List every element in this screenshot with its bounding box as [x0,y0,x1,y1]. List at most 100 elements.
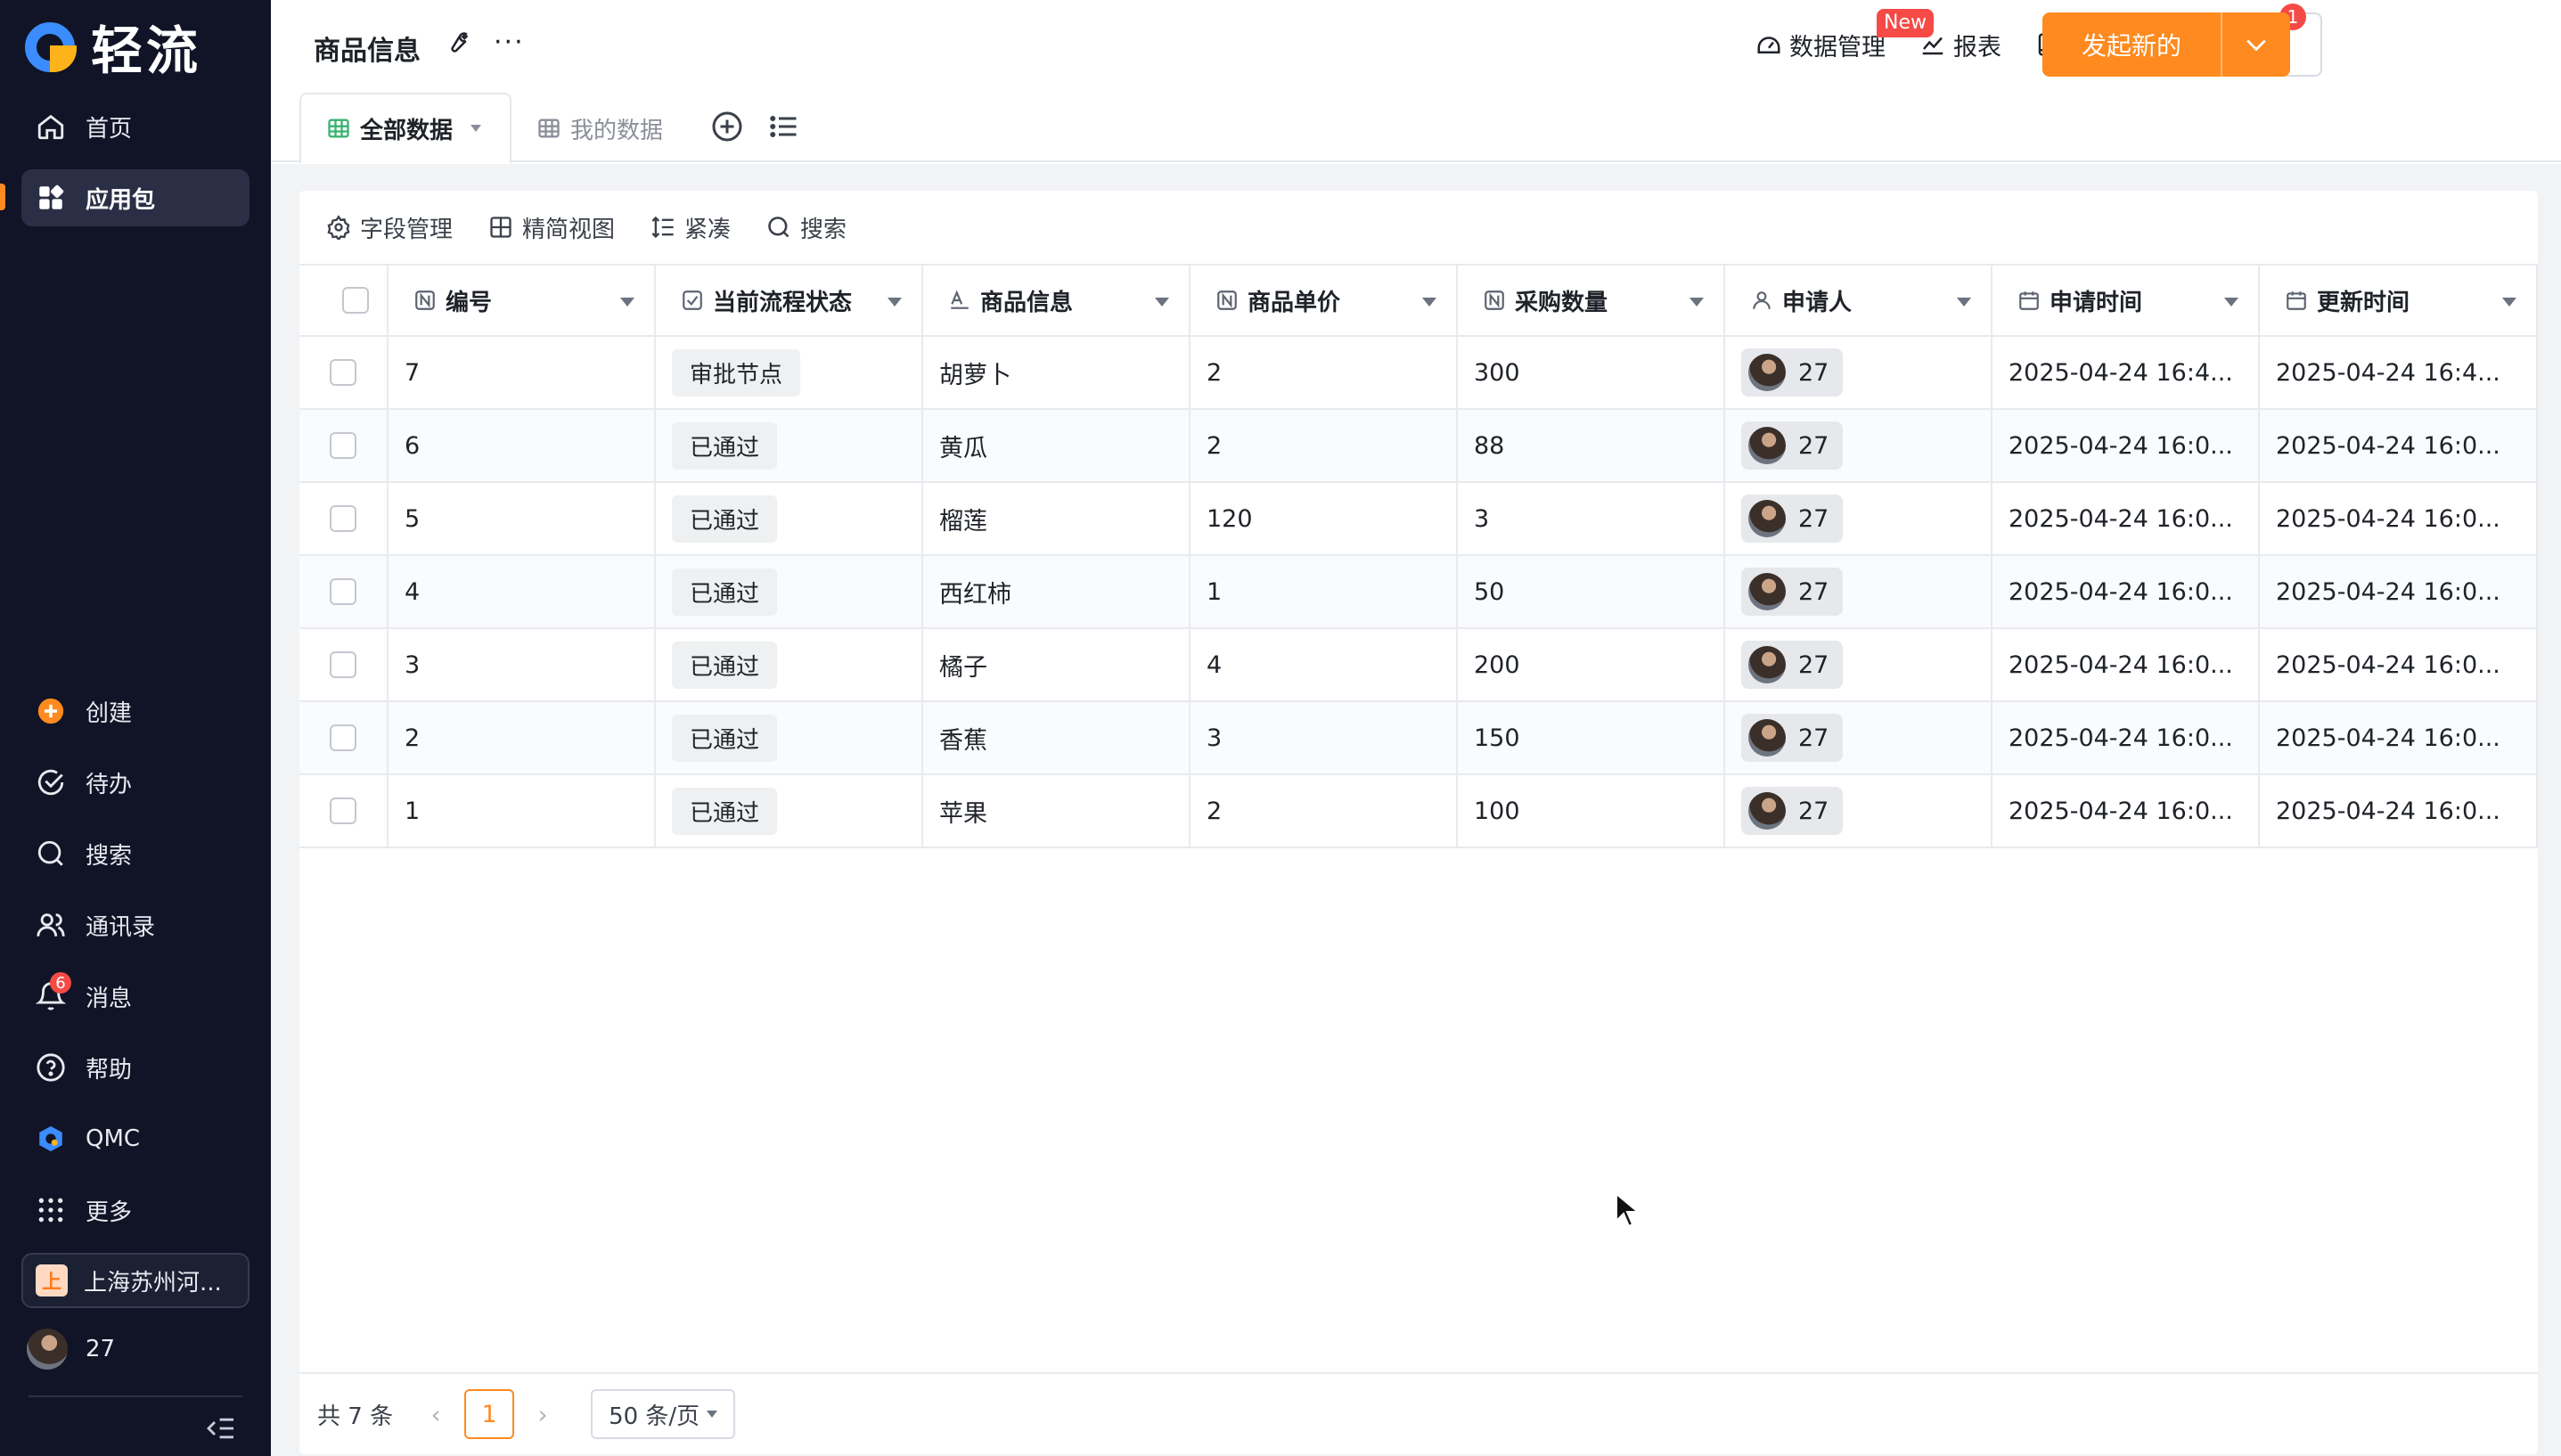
applicant-chip[interactable]: 27 [1741,787,1844,835]
sidebar-item-todo[interactable]: 待办 [21,754,250,811]
compact-button[interactable]: 紧凑 [650,211,731,244]
cell-applicant[interactable]: 27 [1725,483,1992,554]
cell-product[interactable]: 胡萝卜 [923,337,1190,408]
sidebar-item-search[interactable]: 搜索 [21,825,250,882]
column-header-applied-time[interactable]: 申请时间 [1992,266,2260,335]
cell-price[interactable]: 2 [1190,410,1458,481]
field-manage-button[interactable]: 字段管理 [326,211,453,244]
column-menu-icon[interactable] [888,298,902,307]
cell-price[interactable]: 1 [1190,556,1458,627]
sidebar-item-more[interactable]: 更多 [21,1182,250,1239]
cell-price[interactable]: 2 [1190,337,1458,408]
cell-price[interactable]: 120 [1190,483,1458,554]
more-options-icon[interactable]: ··· [494,27,525,58]
page-size-select[interactable]: 50 条/页 [591,1389,736,1439]
cell-price[interactable]: 4 [1190,629,1458,700]
applicant-chip[interactable]: 27 [1741,421,1844,470]
cell-id[interactable]: 3 [389,629,656,700]
table-search-button[interactable]: 搜索 [766,211,847,244]
data-manage-link[interactable]: 数据管理 [1755,27,1886,62]
simple-view-button[interactable]: 精简视图 [488,211,615,244]
column-header-id[interactable]: 编号 [389,266,656,335]
column-header-quantity[interactable]: 采购数量 [1458,266,1725,335]
cell-id[interactable]: 2 [389,702,656,773]
cell-updated[interactable]: 2025-04-24 16:0... [2260,629,2538,700]
column-menu-icon[interactable] [1957,298,1971,307]
cell-updated[interactable]: 2025-04-24 16:0... [2260,702,2538,773]
sidebar-item-create[interactable]: 创建 [21,683,250,740]
cell-qty[interactable]: 150 [1458,702,1725,773]
applicant-chip[interactable]: 27 [1741,641,1844,689]
caret-down-icon[interactable] [470,125,482,132]
column-header-price[interactable]: 商品单价 [1190,266,1458,335]
cell-status[interactable]: 已通过 [656,483,923,554]
cell-applied[interactable]: 2025-04-24 16:0... [1992,410,2260,481]
cell-product[interactable]: 西红柿 [923,556,1190,627]
row-checkbox[interactable] [330,578,356,605]
cell-id[interactable]: 4 [389,556,656,627]
cell-applied[interactable]: 2025-04-24 16:0... [1992,702,2260,773]
table-row[interactable]: 4 已通过 西红柿 1 50 27 2025-04-24 16:0... 2025-04-24… [299,556,2538,629]
cell-id[interactable]: 7 [389,337,656,408]
org-switcher[interactable]: 上 上海苏州河... [21,1253,250,1308]
sidebar-item-contacts[interactable]: 通讯录 [21,896,250,953]
collapse-sidebar-button[interactable] [203,1413,239,1444]
table-row[interactable]: 6 已通过 黄瓜 2 88 27 2025-04-24 16:0... 2025-04-24 … [299,410,2538,483]
cell-status[interactable]: 已通过 [656,775,923,847]
cell-id[interactable]: 6 [389,410,656,481]
column-menu-icon[interactable] [2502,298,2516,307]
row-checkbox[interactable] [330,505,356,532]
column-menu-icon[interactable] [620,298,634,307]
cell-applicant[interactable]: 27 [1725,410,1992,481]
cell-updated[interactable]: 2025-04-24 16:4... [2260,337,2538,408]
cell-applied[interactable]: 2025-04-24 16:0... [1992,556,2260,627]
report-link[interactable]: 报表 [1919,27,2001,62]
view-list-icon[interactable] [768,110,800,146]
tab-my-data[interactable]: 我的数据 [536,93,663,164]
prev-page-icon[interactable]: ‹ [418,1400,454,1429]
cell-applicant[interactable]: 27 [1725,702,1992,773]
cell-product[interactable]: 香蕉 [923,702,1190,773]
sidebar-item-qmc[interactable]: QMC [21,1110,250,1167]
cell-qty[interactable]: 200 [1458,629,1725,700]
cell-status[interactable]: 已通过 [656,410,923,481]
cell-status[interactable]: 审批节点 [656,337,923,408]
cell-price[interactable]: 3 [1190,702,1458,773]
cell-qty[interactable]: 88 [1458,410,1725,481]
cell-applicant[interactable]: 27 [1725,556,1992,627]
row-checkbox[interactable] [330,724,356,751]
table-row[interactable]: 2 已通过 香蕉 3 150 27 2025-04-24 16:0... 2025-04-24… [299,702,2538,775]
column-header-status[interactable]: 当前流程状态 [656,266,923,335]
cell-applicant[interactable]: 27 [1725,629,1992,700]
cell-updated[interactable]: 2025-04-24 16:0... [2260,483,2538,554]
user-profile[interactable]: 27 [27,1324,115,1374]
column-menu-icon[interactable] [1155,298,1169,307]
next-page-icon[interactable]: › [525,1400,560,1429]
launch-button[interactable]: 发起新的 [2042,12,2290,77]
cell-product[interactable]: 苹果 [923,775,1190,847]
cell-status[interactable]: 已通过 [656,629,923,700]
cell-status[interactable]: 已通过 [656,556,923,627]
cell-applicant[interactable]: 27 [1725,337,1992,408]
column-menu-icon[interactable] [1690,298,1704,307]
sidebar-item-messages[interactable]: 6 消息 [21,968,250,1025]
table-row[interactable]: 5 已通过 榴莲 120 3 27 2025-04-24 16:0... 2025-04-24… [299,483,2538,556]
column-menu-icon[interactable] [2224,298,2238,307]
cell-applicant[interactable]: 27 [1725,775,1992,847]
cell-updated[interactable]: 2025-04-24 16:0... [2260,775,2538,847]
applicant-chip[interactable]: 27 [1741,568,1844,616]
cell-updated[interactable]: 2025-04-24 16:0... [2260,556,2538,627]
sidebar-item-home[interactable]: 首页 [21,98,250,155]
cell-qty[interactable]: 300 [1458,337,1725,408]
row-checkbox[interactable] [330,651,356,678]
row-checkbox[interactable] [330,798,356,824]
sidebar-item-help[interactable]: 帮助 [21,1039,250,1096]
app-logo[interactable]: 轻流 [23,14,201,81]
row-checkbox[interactable] [330,432,356,459]
row-checkbox[interactable] [330,359,356,386]
wrench-icon[interactable] [444,29,470,59]
column-header-applicant[interactable]: 申请人 [1725,266,1992,335]
cell-status[interactable]: 已通过 [656,702,923,773]
add-view-icon[interactable] [711,110,743,146]
applicant-chip[interactable]: 27 [1741,348,1844,397]
